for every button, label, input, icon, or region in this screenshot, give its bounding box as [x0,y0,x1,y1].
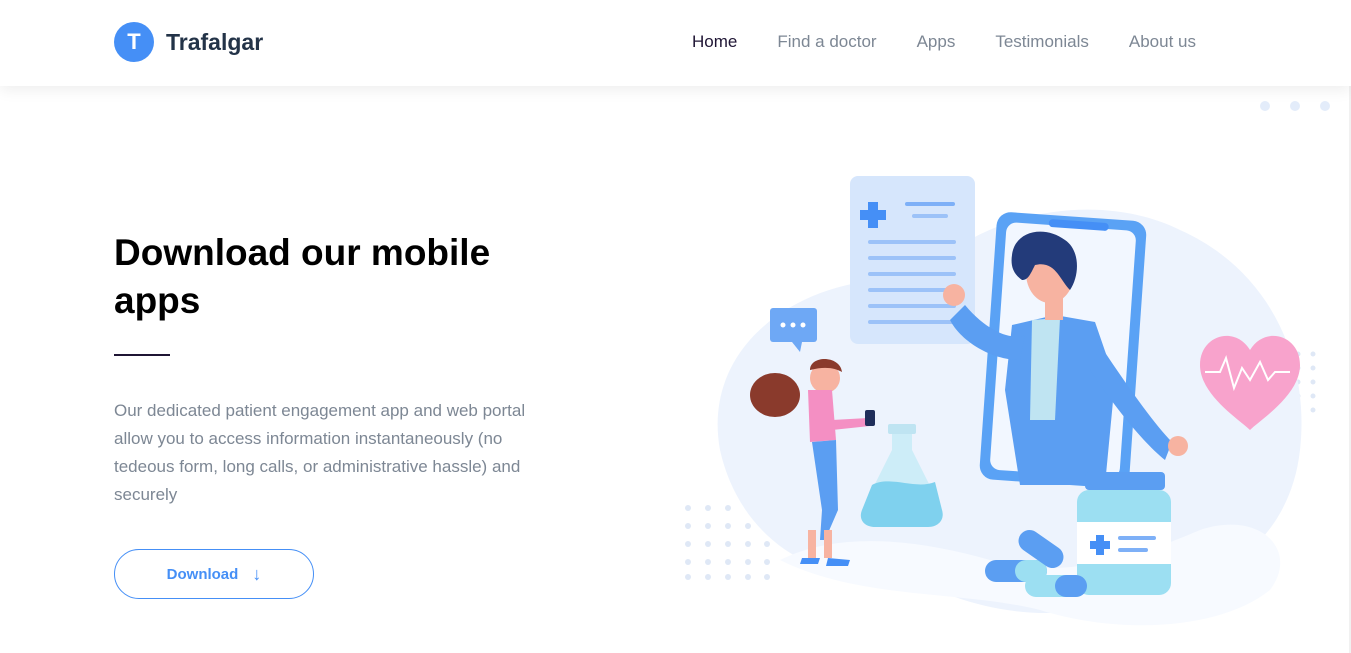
decorative-dots-top [1260,101,1330,111]
download-button-label: Download [166,565,239,583]
hero-description: Our dedicated patient engagement app and… [114,401,526,504]
arrow-down-icon: ↓ [252,563,262,584]
download-button[interactable]: Download ↓ [114,549,314,599]
main-nav: Home Find a doctor Apps Testimonials Abo… [692,32,1236,52]
nav-item-home[interactable]: Home [692,32,737,52]
nav-item-testimonials[interactable]: Testimonials [995,32,1089,52]
top-navbar: T Trafalgar Home Find a doctor Apps Test… [0,0,1351,86]
nav-item-apps[interactable]: Apps [917,32,956,52]
logo-mark-icon: T [114,22,154,62]
doctor-phone-illustration [685,101,1330,626]
medicine-bottle-icon [1077,472,1171,595]
hero-title: Download our mobile apps [114,232,491,321]
brand-logo[interactable]: T Trafalgar [114,22,263,62]
nav-item-about-us[interactable]: About us [1129,32,1196,52]
brand-name: Trafalgar [166,28,264,55]
nav-item-find-a-doctor[interactable]: Find a doctor [777,32,876,52]
title-divider [114,354,170,356]
